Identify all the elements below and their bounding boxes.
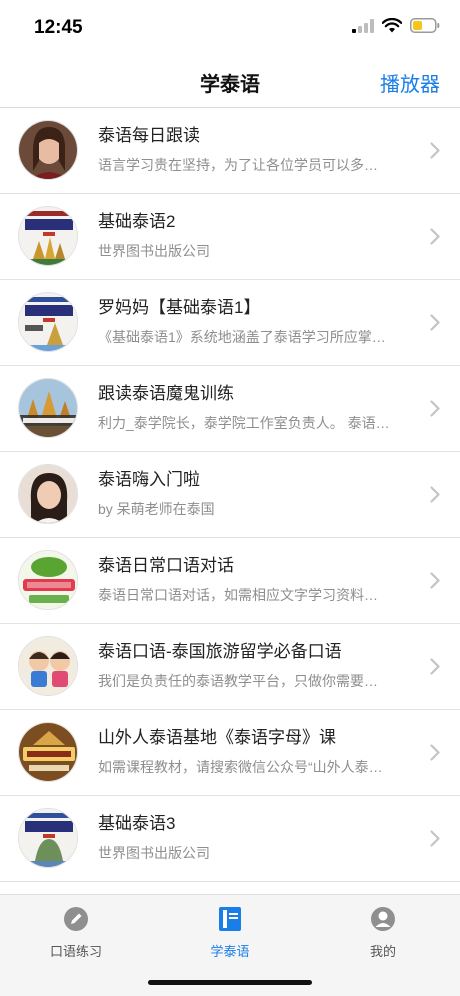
- course-title: 山外人泰语基地《泰语字母》课: [98, 728, 336, 747]
- course-avatar: [18, 464, 78, 524]
- course-row-2[interactable]: 基础泰语2 世界图书出版公司: [0, 194, 460, 280]
- course-avatar: [18, 206, 78, 266]
- course-title: 基础泰语3: [98, 814, 176, 833]
- course-subtitle: 泰语日常口语对话，如需相应文字学习资料…: [98, 587, 378, 603]
- tab-speaking-practice[interactable]: 口语练习: [16, 905, 136, 960]
- course-row-5[interactable]: 泰语嗨入门啦 by 呆萌老师在泰国: [0, 452, 460, 538]
- course-subtitle: 利力_泰学院长，泰学院工作室负责人。 泰语…: [98, 415, 390, 431]
- course-title: 基础泰语2: [98, 212, 176, 231]
- book-icon: [170, 905, 290, 933]
- chevron-right-icon: [430, 572, 440, 589]
- chevron-right-icon: [430, 658, 440, 675]
- wifi-icon: [382, 18, 402, 33]
- home-indicator[interactable]: [148, 980, 312, 985]
- course-list: 泰语每日跟读 语言学习贵在坚持，为了让各位学员可以多… 基础泰语2 世界图书出版…: [0, 108, 460, 894]
- course-avatar: [18, 378, 78, 438]
- player-button[interactable]: 播放器: [380, 68, 440, 97]
- tab-label: 学泰语: [210, 944, 250, 959]
- course-subtitle: 世界图书出版公司: [98, 845, 210, 861]
- course-avatar: [18, 120, 78, 180]
- course-title: 跟读泰语魔鬼训练: [98, 384, 234, 403]
- chevron-right-icon: [430, 142, 440, 159]
- course-subtitle: by 呆萌老师在泰国: [98, 501, 215, 517]
- course-title: 罗妈妈【基础泰语1】: [98, 298, 261, 317]
- status-time: 12:45: [34, 17, 83, 38]
- course-title: 泰语嗨入门啦: [98, 470, 200, 489]
- course-subtitle: 语言学习贵在坚持，为了让各位学员可以多…: [98, 157, 378, 173]
- course-row-3[interactable]: 罗妈妈【基础泰语1】 《基础泰语1》系统地涵盖了泰语学习所应掌…: [0, 280, 460, 366]
- course-title: 泰语口语-泰国旅游留学必备口语: [98, 642, 342, 661]
- navigation-bar: 学泰语 播放器: [0, 56, 460, 108]
- tab-me[interactable]: 我的: [323, 905, 443, 960]
- course-avatar: [18, 636, 78, 696]
- chevron-right-icon: [430, 228, 440, 245]
- course-avatar: [18, 292, 78, 352]
- status-bar: 12:45: [0, 0, 460, 56]
- course-subtitle: 《基础泰语1》系统地涵盖了泰语学习所应掌…: [98, 329, 386, 345]
- course-avatar: [18, 550, 78, 610]
- course-row-4[interactable]: 跟读泰语魔鬼训练 利力_泰学院长，泰学院工作室负责人。 泰语…: [0, 366, 460, 452]
- course-subtitle: 如需课程教材，请搜索微信公众号“山外人泰…: [98, 759, 383, 775]
- chevron-right-icon: [430, 830, 440, 847]
- battery-icon: [410, 18, 440, 33]
- course-row-1[interactable]: 泰语每日跟读 语言学习贵在坚持，为了让各位学员可以多…: [0, 108, 460, 194]
- course-row-9[interactable]: 基础泰语3 世界图书出版公司: [0, 796, 460, 882]
- pencil-icon: [16, 905, 136, 933]
- profile-icon: [323, 905, 443, 933]
- tab-learn-thai[interactable]: 学泰语: [170, 905, 290, 960]
- course-row-8[interactable]: 山外人泰语基地《泰语字母》课 如需课程教材，请搜索微信公众号“山外人泰…: [0, 710, 460, 796]
- chevron-right-icon: [430, 486, 440, 503]
- tab-label: 我的: [369, 944, 396, 959]
- course-avatar: [18, 722, 78, 782]
- course-row-6[interactable]: 泰语日常口语对话 泰语日常口语对话，如需相应文字学习资料…: [0, 538, 460, 624]
- course-avatar: [18, 808, 78, 868]
- tab-label: 口语练习: [49, 944, 102, 959]
- course-title: 泰语日常口语对话: [98, 556, 234, 575]
- cellular-signal-icon: [352, 18, 374, 33]
- chevron-right-icon: [430, 400, 440, 417]
- chevron-right-icon: [430, 314, 440, 331]
- course-subtitle: 我们是负责任的泰语教学平台，只做你需要…: [98, 673, 378, 689]
- course-title: 泰语每日跟读: [98, 126, 200, 145]
- chevron-right-icon: [430, 744, 440, 761]
- course-subtitle: 世界图书出版公司: [98, 243, 210, 259]
- course-row-7[interactable]: 泰语口语-泰国旅游留学必备口语 我们是负责任的泰语教学平台，只做你需要…: [0, 624, 460, 710]
- status-icons: [352, 18, 440, 33]
